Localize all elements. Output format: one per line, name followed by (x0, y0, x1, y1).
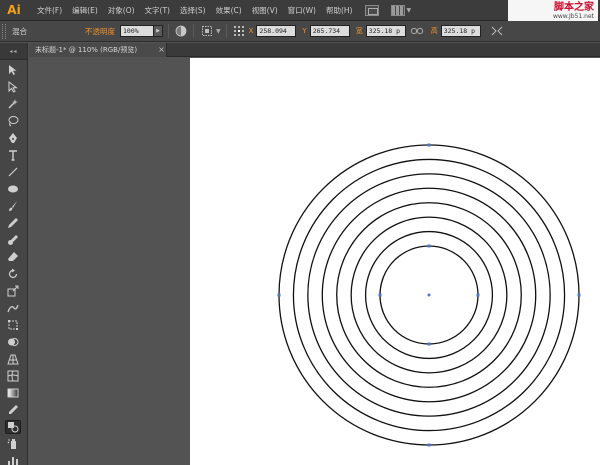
center-point (427, 293, 431, 297)
anchor-point[interactable] (476, 293, 480, 297)
menu-object[interactable]: 对象(O) (103, 0, 140, 21)
selection-type-label: 混合 (12, 26, 27, 36)
chevron-down-icon[interactable]: ▼ (216, 28, 221, 35)
reference-point-icon[interactable] (232, 24, 246, 38)
constrain-proportions-icon[interactable] (409, 24, 425, 38)
ellipse-tool-icon[interactable] (5, 182, 21, 196)
menu-select[interactable]: 选择(S) (175, 0, 211, 21)
watermark-title: 脚本之家 (554, 1, 594, 13)
magic-wand-tool-icon[interactable] (5, 97, 21, 111)
paintbrush-tool-icon[interactable] (5, 199, 21, 213)
perspective-grid-tool-icon[interactable] (5, 352, 21, 366)
document-tab[interactable]: 未标题-1* @ 110% (RGB/预览) (29, 43, 167, 57)
blob-brush-tool-icon[interactable] (5, 233, 21, 247)
free-transform-tool-icon[interactable] (5, 318, 21, 332)
artboard[interactable] (190, 58, 600, 465)
recolor-artwork-icon[interactable] (174, 24, 188, 38)
y-label: Y (302, 27, 307, 35)
type-tool-icon[interactable] (5, 148, 21, 162)
menu-edit[interactable]: 编辑(E) (67, 0, 103, 21)
h-input[interactable]: 325.18 p (440, 25, 481, 37)
gradient-tool-icon[interactable] (5, 386, 21, 400)
document-tab-title: 未标题-1* @ 110% (RGB/预览) (35, 46, 138, 54)
anchor-point[interactable] (427, 143, 431, 147)
opacity-input[interactable]: 100% (120, 25, 154, 37)
menu-window[interactable]: 窗口(W) (283, 0, 321, 21)
main-menu: 文件(F) 编辑(E) 对象(O) 文字(T) 选择(S) 效果(C) 视图(V… (32, 0, 357, 21)
opacity-link[interactable]: 不透明度 (85, 26, 115, 37)
mesh-tool-icon[interactable] (5, 369, 21, 383)
scale-tool-icon[interactable] (5, 284, 21, 298)
y-input[interactable]: 265.734 (309, 25, 350, 37)
close-icon[interactable]: × (157, 44, 166, 55)
anchor-point[interactable] (427, 244, 431, 248)
anchor-point[interactable] (277, 293, 281, 297)
anchor-point[interactable] (378, 293, 382, 297)
w-input[interactable]: 325.18 p (365, 25, 406, 37)
rotate-tool-icon[interactable] (5, 267, 21, 281)
menu-help[interactable]: 帮助(H) (321, 0, 358, 21)
divider (225, 24, 227, 38)
menu-right-controls: ▼ (365, 4, 412, 16)
menu-effect[interactable]: 效果(C) (211, 0, 247, 21)
divider (193, 24, 194, 38)
column-graph-tool-icon[interactable] (5, 454, 21, 465)
eyedropper-tool-icon[interactable] (5, 403, 21, 417)
document-tab-bar: 未标题-1* @ 110% (RGB/预览) × (29, 43, 600, 57)
arrange-documents-icon (391, 4, 406, 16)
menu-type[interactable]: 文字(T) (140, 0, 175, 21)
lasso-tool-icon[interactable] (5, 114, 21, 128)
transform-options-icon[interactable] (489, 24, 505, 38)
pen-tool-icon[interactable] (5, 131, 21, 145)
direct-selection-tool-icon[interactable] (5, 80, 21, 94)
tools-panel: ◂◂ (0, 43, 28, 465)
chevron-down-icon: ▼ (406, 6, 412, 14)
app-logo: Ai (7, 3, 21, 17)
pencil-tool-icon[interactable] (5, 216, 21, 230)
symbol-sprayer-tool-icon[interactable] (5, 437, 21, 451)
warp-tool-icon[interactable] (5, 301, 21, 315)
divider (168, 24, 169, 38)
x-input[interactable]: 258.094 (256, 25, 297, 37)
tools-panel-header[interactable]: ◂◂ (0, 43, 27, 60)
anchor-point[interactable] (427, 443, 431, 447)
menu-file[interactable]: 文件(F) (32, 0, 67, 21)
align-options-icon[interactable] (199, 24, 215, 38)
line-tool-icon[interactable] (5, 165, 21, 179)
eraser-tool-icon[interactable] (5, 250, 21, 264)
blend-artwork[interactable] (190, 58, 600, 465)
blend-tool-icon[interactable] (5, 420, 21, 434)
arrange-documents-button[interactable]: ▼ (391, 4, 412, 16)
menu-bar: Ai 文件(F) 编辑(E) 对象(O) 文字(T) 选择(S) 效果(C) 视… (0, 0, 600, 21)
opacity-dropdown[interactable]: ▶ (154, 25, 163, 37)
control-bar: 混合 不透明度 100% ▶ ▼ X 258.094 Y 265.734 宽 3… (0, 21, 600, 42)
site-watermark: 脚本之家 www.Jb51.net (508, 0, 598, 21)
watermark-url: www.Jb51.net (552, 12, 594, 20)
x-label: X (248, 27, 254, 35)
bridge-icon[interactable] (365, 4, 380, 16)
selection-tool-icon[interactable] (5, 63, 21, 77)
menu-view[interactable]: 视图(V) (247, 0, 283, 21)
h-label: 高 (430, 27, 438, 35)
w-label: 宽 (355, 27, 363, 35)
double-arrow-icon: ◂◂ (9, 47, 18, 55)
anchor-point[interactable] (427, 342, 431, 346)
panel-grip[interactable] (2, 23, 6, 39)
anchor-point[interactable] (577, 293, 581, 297)
shape-builder-tool-icon[interactable] (5, 335, 21, 349)
